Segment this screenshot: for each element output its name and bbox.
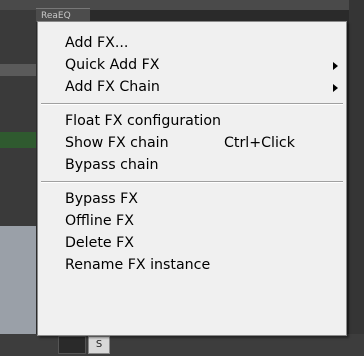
- menu-item-quick-add-fx[interactable]: Quick Add FX: [38, 54, 346, 76]
- background-track-strip: [0, 132, 36, 148]
- solo-button[interactable]: S: [88, 336, 110, 354]
- menu-separator: [38, 98, 346, 110]
- submenu-arrow-icon: [333, 62, 338, 70]
- menu-item-offline-fx[interactable]: Offline FX: [38, 210, 346, 232]
- menu-item-label: Rename FX instance: [65, 257, 211, 273]
- menu-item-add-fx[interactable]: Add FX...: [38, 32, 346, 54]
- menu-item-label: Bypass FX: [65, 191, 139, 207]
- menu-separator: [38, 176, 346, 188]
- menu-item-shortcut: Ctrl+Click: [224, 135, 295, 151]
- window-tab[interactable]: ReaEQ: [36, 8, 90, 22]
- background-track-strip: [0, 226, 36, 336]
- menu-item-label: Offline FX: [65, 213, 134, 229]
- submenu-arrow-icon: [333, 84, 338, 92]
- menu-item-label: Quick Add FX: [65, 57, 160, 73]
- menu-item-label: Add FX...: [65, 35, 129, 51]
- menu-item-label: Add FX Chain: [65, 79, 160, 95]
- menu-item-delete-fx[interactable]: Delete FX: [38, 232, 346, 254]
- menu-item-label: Delete FX: [65, 235, 135, 251]
- menu-item-label: Bypass chain: [65, 157, 159, 173]
- menu-top-padding: [38, 22, 346, 32]
- menu-item-bypass-fx[interactable]: Bypass FX: [38, 188, 346, 210]
- background-bottom-bar: [0, 334, 364, 356]
- menu-item-float-fx-configuration[interactable]: Float FX configuration: [38, 110, 346, 132]
- menu-item-label: Float FX configuration: [65, 113, 222, 129]
- menu-item-add-fx-chain[interactable]: Add FX Chain: [38, 76, 346, 98]
- menu-item-rename-fx-instance[interactable]: Rename FX instance: [38, 254, 346, 276]
- menu-item-bypass-chain[interactable]: Bypass chain: [38, 154, 346, 176]
- menu-item-show-fx-chain[interactable]: Show FX chain Ctrl+Click: [38, 132, 346, 154]
- menu-item-label: Show FX chain: [65, 135, 169, 151]
- background-right-panel: [349, 0, 364, 356]
- context-menu: Add FX... Quick Add FX Add FX Chain Floa…: [37, 21, 347, 336]
- meter-button[interactable]: [58, 336, 86, 354]
- background-track-strip: [0, 64, 36, 76]
